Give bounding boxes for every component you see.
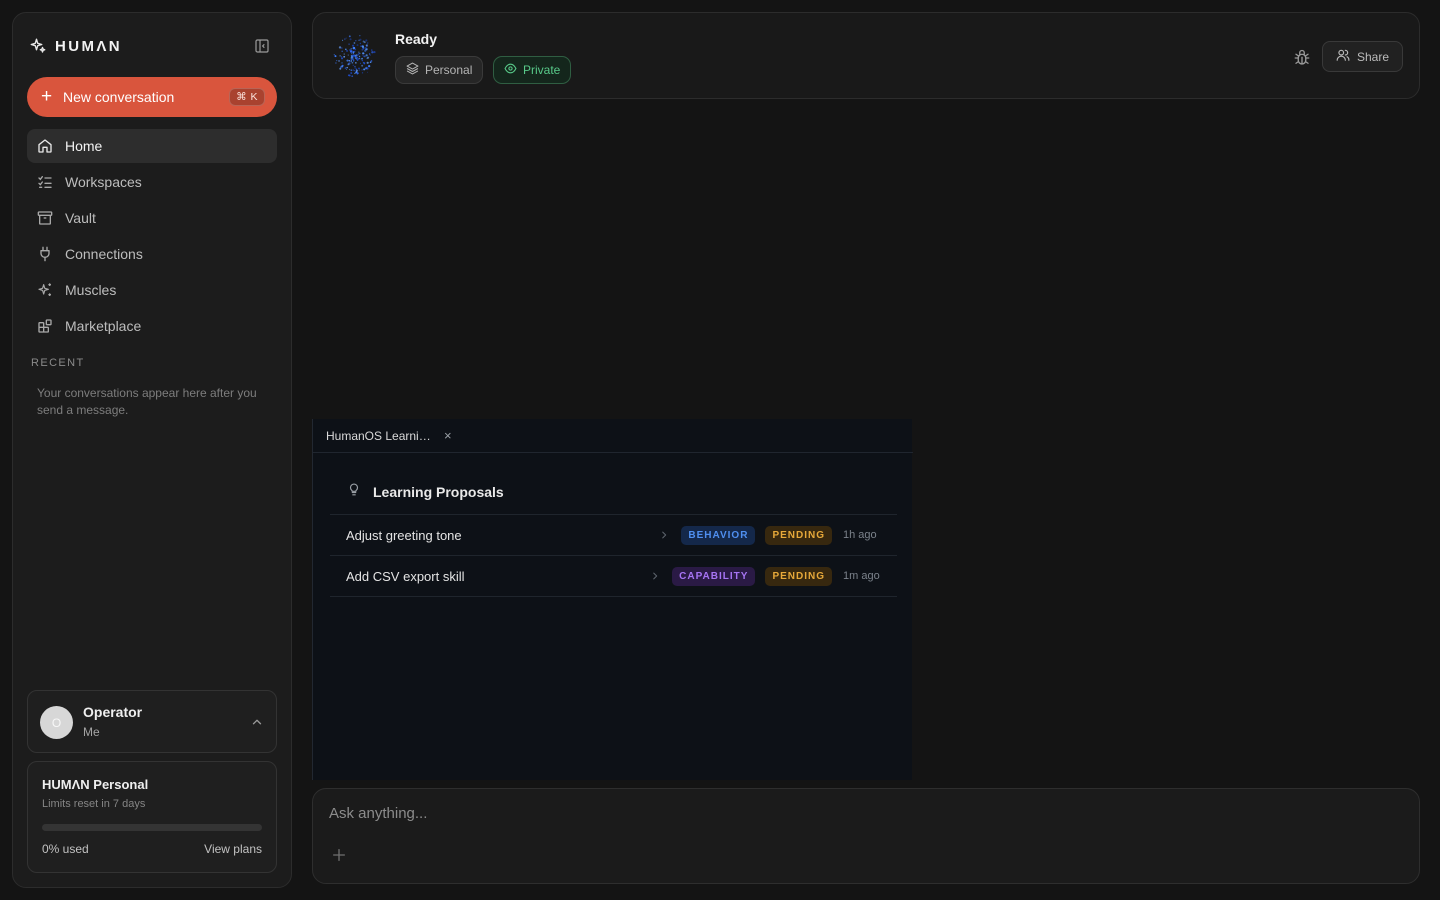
sidebar: HUMΛN + New conversation ⌘ K Home Worksp… bbox=[12, 12, 292, 888]
sparkles-icon bbox=[37, 282, 53, 298]
sidebar-item-label: Muscles bbox=[65, 282, 117, 298]
conversation-header: Ready Personal Private Share bbox=[312, 12, 1420, 99]
private-pill[interactable]: Private bbox=[493, 56, 572, 84]
proposal-status-badge: PENDING bbox=[765, 566, 832, 586]
plan-title: HUMΛN Personal bbox=[42, 777, 149, 792]
chevron-right-icon bbox=[650, 571, 660, 581]
eye-icon bbox=[504, 62, 517, 78]
sidebar-item-muscles[interactable]: Muscles bbox=[27, 273, 277, 307]
panel-left-icon bbox=[255, 39, 269, 53]
sparkle-logo-icon bbox=[29, 37, 47, 55]
home-icon bbox=[37, 138, 53, 154]
private-pill-label: Private bbox=[523, 63, 561, 77]
shortcut-badge: ⌘ K bbox=[229, 88, 265, 106]
share-label: Share bbox=[1357, 49, 1390, 64]
new-conversation-button[interactable]: + New conversation ⌘ K bbox=[27, 77, 277, 117]
user-menu[interactable]: O Operator Me bbox=[27, 690, 277, 753]
sidebar-item-home[interactable]: Home bbox=[27, 129, 277, 163]
blocks-icon bbox=[37, 318, 53, 334]
usage-progress-bar bbox=[42, 824, 262, 831]
message-composer bbox=[312, 788, 1420, 884]
proposal-type-badge: BEHAVIOR bbox=[681, 525, 756, 545]
sidebar-item-label: Marketplace bbox=[65, 318, 142, 334]
report-bug-button[interactable] bbox=[1291, 47, 1313, 69]
sidebar-item-vault[interactable]: Vault bbox=[27, 201, 277, 235]
proposal-list: Adjust greeting tone BEHAVIOR PENDING 1h… bbox=[330, 514, 897, 597]
status-title: Ready bbox=[395, 31, 438, 47]
layers-icon bbox=[406, 62, 419, 78]
proposal-type-badge: CAPABILITY bbox=[672, 566, 756, 586]
brand-logo[interactable]: HUMΛN bbox=[29, 35, 122, 57]
recent-heading: RECENT bbox=[31, 357, 85, 369]
chevron-up-icon bbox=[250, 715, 264, 734]
sidebar-item-workspaces[interactable]: Workspaces bbox=[27, 165, 277, 199]
panel-tab[interactable]: HumanOS Learning Proposals × bbox=[313, 419, 913, 453]
sidebar-item-marketplace[interactable]: Marketplace bbox=[27, 309, 277, 343]
share-button[interactable]: Share bbox=[1322, 41, 1404, 72]
lightbulb-icon bbox=[347, 481, 361, 502]
proposal-row[interactable]: Add CSV export skill CAPABILITY PENDING … bbox=[330, 556, 897, 597]
plan-reset-note: Limits reset in 7 days bbox=[42, 798, 146, 810]
plus-icon bbox=[333, 849, 345, 861]
users-icon bbox=[1336, 48, 1350, 65]
sidebar-item-label: Vault bbox=[65, 210, 96, 226]
plug-icon bbox=[37, 246, 53, 262]
user-subtitle: Me bbox=[83, 725, 100, 739]
new-conversation-label: New conversation bbox=[63, 89, 175, 105]
sidebar-item-label: Connections bbox=[65, 246, 143, 262]
learning-proposals-header: Learning Proposals bbox=[347, 481, 504, 502]
agent-orb-icon bbox=[331, 32, 379, 85]
panel-tab-title: HumanOS Learning Proposals bbox=[326, 428, 432, 443]
bug-icon bbox=[1294, 49, 1310, 65]
recent-empty-state: Your conversations appear here after you… bbox=[37, 386, 257, 417]
archive-icon bbox=[37, 210, 53, 226]
proposal-time: 1h ago bbox=[843, 529, 877, 541]
sidebar-item-label: Home bbox=[65, 138, 103, 154]
sidebar-item-connections[interactable]: Connections bbox=[27, 237, 277, 271]
proposal-name: Add CSV export skill bbox=[346, 568, 465, 584]
proposal-time: 1m ago bbox=[843, 570, 880, 582]
personal-pill-label: Personal bbox=[425, 63, 473, 77]
sidebar-collapse-button[interactable] bbox=[251, 35, 273, 57]
main-nav: Home Workspaces Vault Connections Muscle… bbox=[27, 129, 277, 345]
message-input[interactable] bbox=[329, 801, 1399, 825]
plan-card: HUMΛN Personal Limits reset in 7 days 0%… bbox=[27, 761, 277, 873]
proposal-row[interactable]: Adjust greeting tone BEHAVIOR PENDING 1h… bbox=[330, 515, 897, 556]
close-icon[interactable]: × bbox=[444, 429, 452, 442]
usage-label: 0% used bbox=[42, 842, 89, 856]
attach-button[interactable] bbox=[329, 845, 349, 865]
learning-proposals-panel: HumanOS Learning Proposals × Learning Pr… bbox=[312, 419, 913, 780]
learning-proposals-title: Learning Proposals bbox=[373, 483, 504, 500]
sidebar-item-label: Workspaces bbox=[65, 174, 142, 190]
chevron-right-icon bbox=[659, 530, 669, 540]
brand-name: HUMΛN bbox=[55, 37, 122, 55]
view-plans-link[interactable]: View plans bbox=[204, 842, 262, 856]
personal-pill[interactable]: Personal bbox=[395, 56, 484, 84]
proposal-name: Adjust greeting tone bbox=[346, 527, 462, 543]
list-checks-icon bbox=[37, 174, 53, 190]
plus-icon: + bbox=[41, 85, 53, 107]
user-name: Operator bbox=[83, 704, 143, 720]
proposal-status-badge: PENDING bbox=[765, 525, 832, 545]
avatar: O bbox=[40, 706, 73, 739]
